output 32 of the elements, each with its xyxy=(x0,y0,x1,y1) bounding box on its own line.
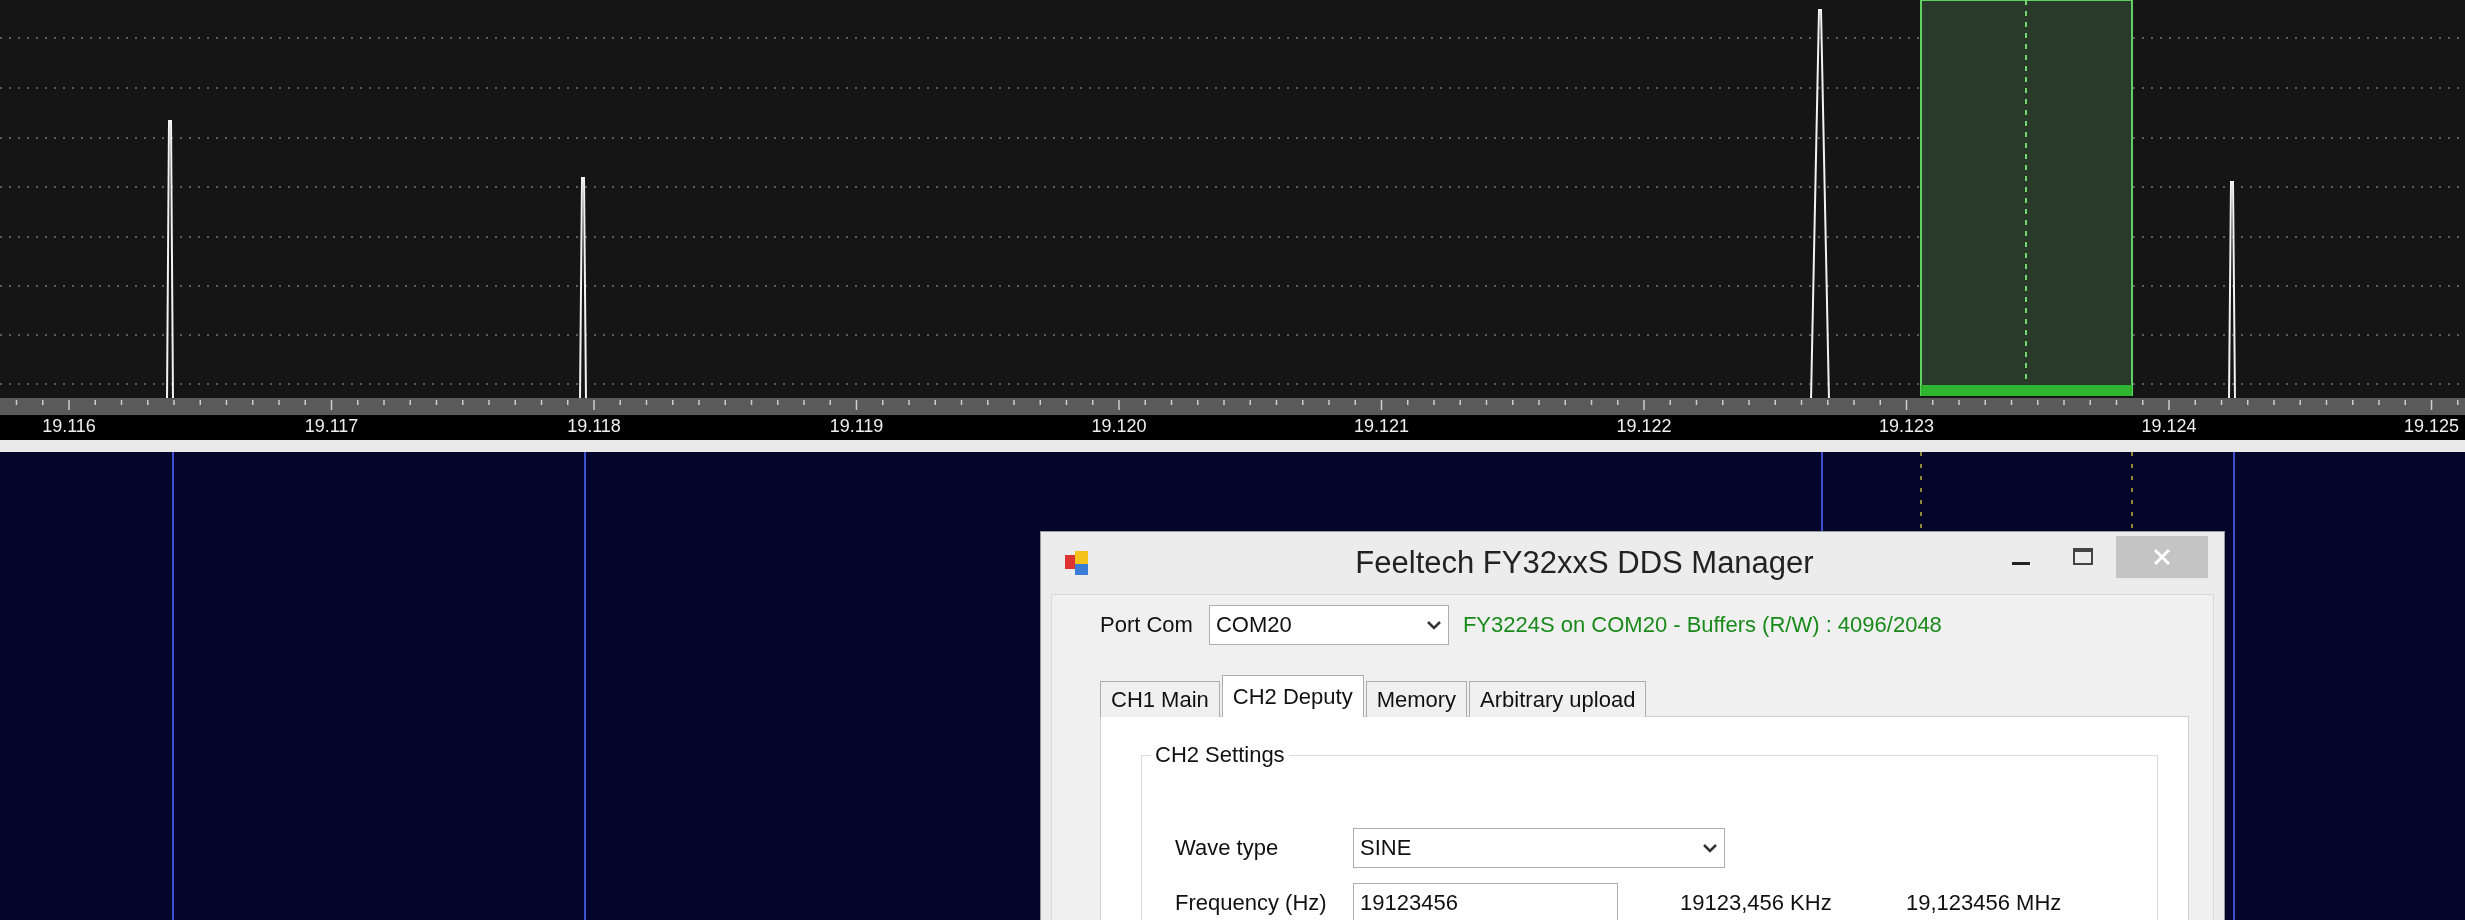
frequency-label: 19.116 xyxy=(42,416,96,437)
frequency-label: 19.119 xyxy=(829,416,884,437)
field-label: Frequency (Hz) xyxy=(1175,890,1328,916)
frequency-label: 19.120 xyxy=(1091,416,1147,437)
frequency-label: 19.123 xyxy=(1878,416,1935,437)
frequency-input[interactable]: 19123456 xyxy=(1353,883,1618,920)
splitter-handle[interactable] xyxy=(0,440,2465,452)
frequency-label: 19.124 xyxy=(2141,416,2197,437)
field-label: Wave type xyxy=(1175,835,1280,861)
tab[interactable]: Memory xyxy=(1365,681,1468,717)
window-title: Feeltech FY32xxS DDS Manager xyxy=(1354,545,1815,581)
frequency-label: 19.121 xyxy=(1353,416,1410,437)
filter-passband[interactable] xyxy=(1920,0,2133,396)
chevron-down-icon xyxy=(1425,619,1442,631)
app-icon xyxy=(1063,549,1091,577)
tab[interactable]: CH1 Main xyxy=(1100,681,1220,717)
wave-type-dropdown[interactable]: SINE xyxy=(1353,828,1725,868)
frequency-readout: 19123,456 KHz xyxy=(1680,890,1833,916)
frequency-label: 19.125 xyxy=(2403,416,2460,437)
port-label: Port Com xyxy=(1100,612,1193,638)
frequency-label: 19.122 xyxy=(1616,416,1672,437)
tab[interactable]: Arbitrary upload xyxy=(1469,681,1647,717)
close-icon xyxy=(2151,546,2173,568)
minimize-icon xyxy=(2012,561,2030,565)
frequency-label: 19.118 xyxy=(567,416,621,437)
port-dropdown[interactable]: COM20 xyxy=(1208,605,1449,645)
connection-status: FY3224S on COM20 - Buffers (R/W) : 4096/2048 xyxy=(1462,612,1942,638)
maximize-icon xyxy=(2072,546,2094,568)
frequency-label: 19.117 xyxy=(304,416,359,437)
chevron-down-icon xyxy=(1702,842,1718,854)
frequency-readout: 19,123456 MHz xyxy=(1906,890,2063,916)
tab[interactable]: CH2 Deputy xyxy=(1221,675,1364,717)
